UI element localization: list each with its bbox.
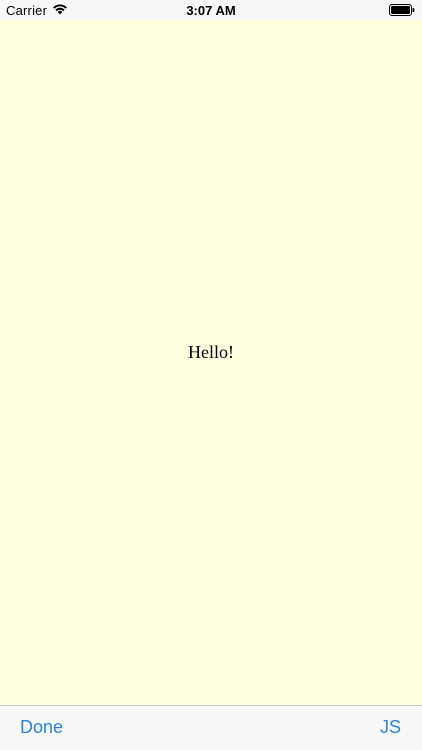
done-button[interactable]: Done — [20, 717, 63, 738]
battery-icon — [389, 4, 415, 16]
status-time: 3:07 AM — [186, 3, 236, 18]
hello-text: Hello! — [188, 342, 234, 362]
status-bar: Carrier 3:07 AM — [0, 0, 422, 20]
web-view[interactable]: Hello! — [0, 20, 422, 705]
bottom-toolbar: Done JS — [0, 705, 422, 750]
js-button[interactable]: JS — [380, 717, 401, 738]
